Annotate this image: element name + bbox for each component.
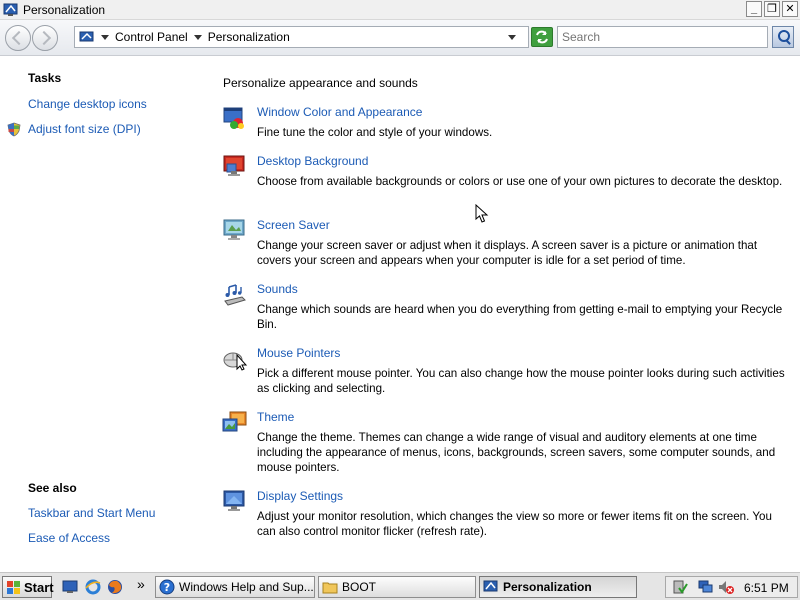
title-bar: Personalization _ ❐ ✕ [0,0,800,20]
screen-saver-link[interactable]: Screen Saver [257,218,330,232]
overflow-chevron-icon[interactable]: » [137,576,149,592]
help-icon: ? [159,579,175,595]
breadcrumb-arrow-icon[interactable] [101,34,109,40]
display-settings-icon[interactable] [222,490,248,514]
folder-icon [322,579,338,595]
item-description: Adjust your monitor resolution, which ch… [257,510,772,538]
breadcrumb-control-panel[interactable]: Control Panel [115,30,188,44]
control-panel-icon [483,579,499,595]
back-button[interactable] [5,25,31,51]
change-desktop-icons-link[interactable]: Change desktop icons [28,97,147,111]
item-description: Change the theme. Themes can change a wi… [257,431,776,474]
security-shield-icon[interactable] [672,579,688,595]
item-description: Change your screen saver or adjust when … [257,239,758,267]
theme-link[interactable]: Theme [257,410,294,424]
sidebar: Tasks Change desktop icons Adjust font s… [0,57,210,572]
breadcrumb-arrow-icon[interactable] [193,34,202,40]
adjust-font-size-link[interactable]: Adjust font size (DPI) [28,122,141,136]
search-icon[interactable] [772,26,794,48]
window-color-icon[interactable] [222,106,248,130]
show-desktop-icon[interactable] [62,579,78,595]
desktop-background-icon[interactable] [222,155,248,179]
address-bar[interactable]: Control Panel Personalization [74,26,529,48]
screen-saver-icon[interactable] [222,219,248,243]
item-description: Change which sounds are heard when you d… [257,303,783,331]
display-settings-link[interactable]: Display Settings [257,489,343,503]
ease-of-access-link[interactable]: Ease of Access [28,531,110,545]
control-panel-icon [79,31,95,44]
svg-text:?: ? [164,581,170,594]
theme-icon[interactable] [222,411,248,435]
taskbar-item-label: Personalization [503,580,592,594]
start-label: Start [24,579,54,595]
forward-button[interactable] [32,25,58,51]
refresh-button[interactable] [531,27,553,47]
shield-icon [7,122,21,137]
search-input[interactable] [557,26,768,48]
close-button[interactable]: ✕ [782,1,798,17]
control-panel-icon [3,3,19,17]
firefox-icon[interactable] [107,579,123,595]
windows-flag-icon [7,580,21,594]
window-color-appearance-link[interactable]: Window Color and Appearance [257,105,422,119]
sounds-link[interactable]: Sounds [257,282,298,296]
item-description: Fine tune the color and style of your wi… [257,126,493,139]
taskbar: Start » ? Windows Help and Sup... BOOT P… [0,572,800,600]
mouse-pointers-icon[interactable] [222,347,248,371]
clock[interactable]: 6:51 PM [744,581,789,595]
minimize-button[interactable]: _ [746,1,762,17]
page-heading: Personalize appearance and sounds [223,76,418,90]
main-content: Personalize appearance and sounds Window… [222,57,800,572]
mouse-pointers-link[interactable]: Mouse Pointers [257,346,340,360]
item-description: Pick a different mouse pointer. You can … [257,367,785,395]
taskbar-item-windows-help[interactable]: ? Windows Help and Sup... [155,576,315,598]
breadcrumb-personalization[interactable]: Personalization [208,30,290,44]
taskbar-item-personalization[interactable]: Personalization [479,576,637,598]
item-description: Choose from available backgrounds or col… [257,175,783,188]
taskbar-item-label: BOOT [342,580,377,594]
mouse-cursor-icon [475,203,489,224]
system-tray: 6:51 PM [665,576,798,598]
tasks-heading: Tasks [28,71,62,85]
maximize-button[interactable]: ❐ [764,1,780,17]
taskbar-start-menu-link[interactable]: Taskbar and Start Menu [28,506,155,520]
start-button[interactable]: Start [2,576,54,598]
network-icon[interactable] [698,579,714,595]
sounds-icon[interactable] [222,283,248,307]
taskbar-item-label: Windows Help and Sup... [179,580,314,594]
window-title: Personalization [23,2,106,17]
internet-explorer-icon[interactable] [85,579,101,595]
address-dropdown-icon[interactable] [508,35,516,40]
taskbar-item-boot[interactable]: BOOT [318,576,476,598]
desktop-background-link[interactable]: Desktop Background [257,154,368,168]
see-also-heading: See also [28,481,77,495]
navigation-bar: Control Panel Personalization [0,20,800,56]
volume-muted-icon[interactable] [718,579,734,595]
